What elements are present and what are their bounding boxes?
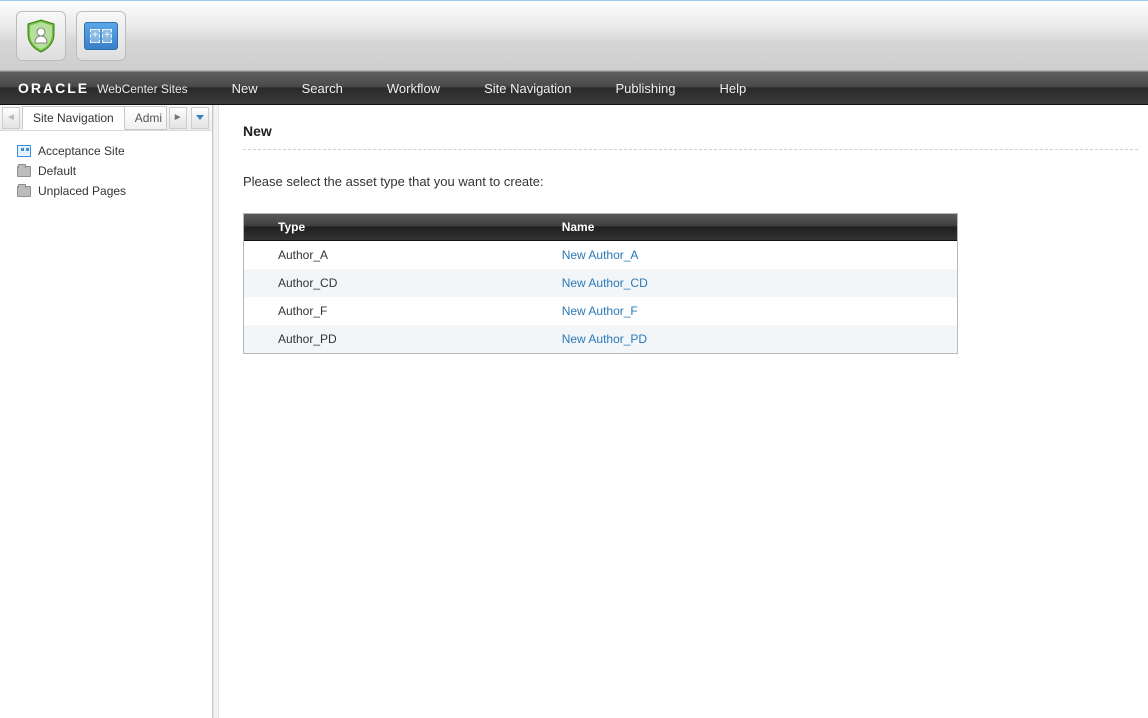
sidebar-tree: Acceptance Site Default Unplaced Pages <box>0 131 212 211</box>
tree-item-label: Acceptance Site <box>38 144 125 158</box>
cell-type: Author_PD <box>244 325 558 353</box>
shield-icon <box>26 19 56 53</box>
nav-item-publishing[interactable]: Publishing <box>594 71 698 105</box>
new-asset-link[interactable]: New Author_PD <box>562 332 647 346</box>
sidebar-tab-row: ◄ Site Navigation Admi ► <box>0 105 212 131</box>
nav-item-search[interactable]: Search <box>280 71 365 105</box>
tab-scroll-right-button[interactable]: ► <box>169 107 187 129</box>
main-nav: ORACLE WebCenter Sites New Search Workfl… <box>0 71 1148 105</box>
brand-oracle: ORACLE <box>18 80 89 96</box>
sidebar-tab-site-navigation[interactable]: Site Navigation <box>22 106 125 130</box>
sidebar-tab-label: Admi <box>135 111 162 125</box>
top-toolbar <box>0 0 1148 71</box>
sidebar: ◄ Site Navigation Admi ► Acceptance Site… <box>0 105 213 718</box>
chevron-down-icon <box>196 115 204 120</box>
nav-item-site-navigation[interactable]: Site Navigation <box>462 71 593 105</box>
nav-items: New Search Workflow Site Navigation Publ… <box>210 71 769 105</box>
tree-item-unplaced-pages[interactable]: Unplaced Pages <box>8 181 204 201</box>
brand: ORACLE WebCenter Sites <box>0 80 210 96</box>
brand-product: WebCenter Sites <box>97 82 188 96</box>
new-asset-link[interactable]: New Author_CD <box>562 276 648 290</box>
table-row: Author_F New Author_F <box>244 297 957 325</box>
tab-dropdown-button[interactable] <box>191 107 209 129</box>
table-row: Author_CD New Author_CD <box>244 269 957 297</box>
folder-icon <box>16 184 32 198</box>
tree-item-label: Default <box>38 164 76 178</box>
asset-type-table: Type Name Author_A New Author_A Author_C… <box>243 213 958 354</box>
tree-item-acceptance-site[interactable]: Acceptance Site <box>8 141 204 161</box>
cell-type: Author_A <box>244 241 558 270</box>
nav-item-new[interactable]: New <box>210 71 280 105</box>
table-row: Author_PD New Author_PD <box>244 325 957 353</box>
site-icon <box>16 144 32 158</box>
page-title: New <box>219 123 1148 149</box>
nav-item-workflow[interactable]: Workflow <box>365 71 462 105</box>
tiles-icon <box>84 22 118 50</box>
tree-item-default[interactable]: Default <box>8 161 204 181</box>
column-header-type[interactable]: Type <box>244 214 558 241</box>
cell-type: Author_F <box>244 297 558 325</box>
instruction-text: Please select the asset type that you wa… <box>219 174 1148 213</box>
sidebar-tab-admin[interactable]: Admi <box>125 106 167 130</box>
new-asset-link[interactable]: New Author_F <box>562 304 638 318</box>
table-header-row: Type Name <box>244 214 957 241</box>
new-asset-link[interactable]: New Author_A <box>562 248 639 262</box>
tab-scroll-left-button[interactable]: ◄ <box>2 107 20 129</box>
table-row: Author_A New Author_A <box>244 241 957 270</box>
layout-tiles-button[interactable] <box>76 11 126 61</box>
main-pane: New Please select the asset type that yo… <box>219 105 1148 718</box>
cell-type: Author_CD <box>244 269 558 297</box>
sidebar-tab-label: Site Navigation <box>33 111 114 125</box>
column-header-name[interactable]: Name <box>558 214 957 241</box>
nav-item-help[interactable]: Help <box>698 71 769 105</box>
folder-icon <box>16 164 32 178</box>
tree-item-label: Unplaced Pages <box>38 184 126 198</box>
user-shield-button[interactable] <box>16 11 66 61</box>
divider <box>243 149 1138 150</box>
